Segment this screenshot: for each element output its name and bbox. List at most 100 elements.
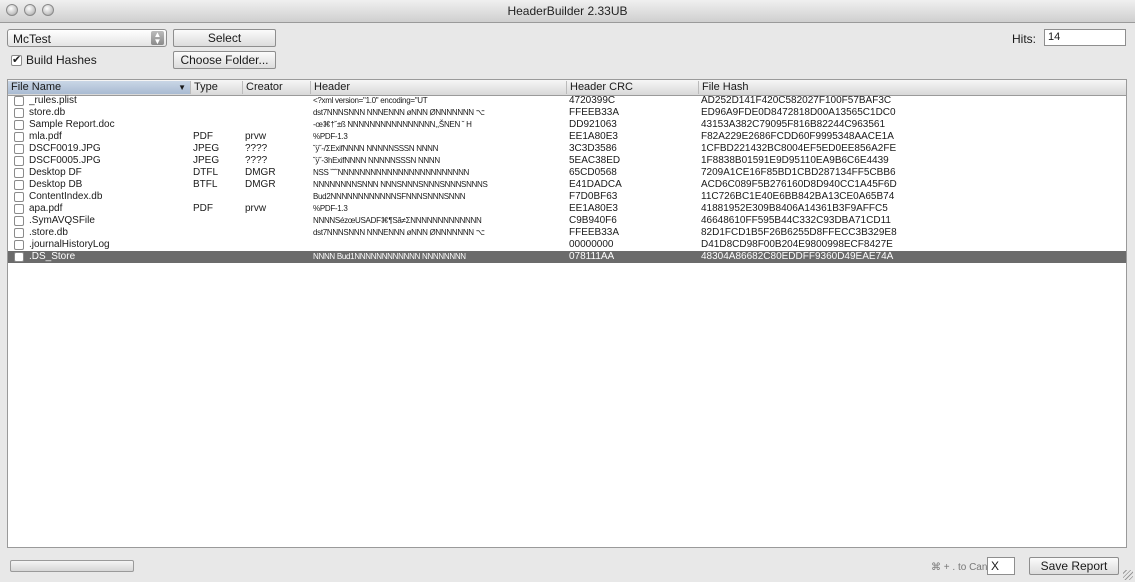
cancel-box[interactable]: X [987, 557, 1015, 575]
cell-file-name: ContentIndex.db [29, 191, 103, 202]
table-row[interactable]: store.db dst7NNNSNNN NNNENNN øNNN ØNNNNNN… [8, 107, 1126, 119]
cell-header-crc: EE1A80E3 [569, 203, 618, 214]
cell-file-name: DSCF0005.JPG [29, 155, 101, 166]
results-table[interactable]: File Name ▼ Type Creator Header Header C… [7, 79, 1127, 548]
cell-header: dst7NNNSNNN NNNENNN øNNN ØNNNNNNN ⌥ [313, 228, 485, 237]
cell-type: DTFL [193, 167, 218, 178]
cell-file-name: Desktop DB [29, 179, 83, 190]
sort-descending-icon: ▼ [178, 83, 186, 92]
cell-file-name: DSCF0019.JPG [29, 143, 101, 154]
cell-file-name: .store.db [29, 227, 68, 238]
table-row[interactable]: .store.db dst7NNNSNNN NNNENNN øNNN ØNNNNN… [8, 227, 1126, 239]
progress-bar [10, 560, 134, 572]
table-row[interactable]: mla.pdf PDF prvw %PDF-1.3 EE1A80E3 F82A229E26… [8, 131, 1126, 143]
cell-creator: DMGR [245, 179, 276, 190]
title-bar: HeaderBuilder 2.33UB [0, 0, 1135, 23]
table-row[interactable]: .journalHistoryLog 00000000 D41D8CD98F00B2… [8, 239, 1126, 251]
save-report-button[interactable]: Save Report [1029, 557, 1119, 575]
cell-file-hash: 43153A382C79095F816B82244C963561 [701, 119, 886, 130]
cell-header [313, 239, 565, 251]
cell-type: PDF [193, 203, 213, 214]
cell-file-name: apa.pdf [29, 203, 63, 214]
cell-header-crc: 3C3D3586 [569, 143, 617, 154]
column-header-header[interactable]: Header [311, 81, 567, 94]
cell-file-name: Desktop DF [29, 167, 82, 178]
cell-header-crc: 00000000 [569, 239, 614, 250]
table-row[interactable]: ContentIndex.db Bud2NNNNNNNNNNNNSFNNNSNNN… [8, 191, 1126, 203]
cell-file-name: _rules.plist [29, 95, 77, 106]
cell-file-hash: AD252D141F420C582027F100F57BAF3C [701, 95, 892, 106]
select-button[interactable]: Select [173, 29, 276, 47]
cell-creator: prvw [245, 203, 267, 214]
row-checkbox[interactable] [14, 96, 24, 106]
column-header-type[interactable]: Type [191, 81, 243, 94]
cell-type [193, 191, 243, 203]
row-checkbox[interactable] [14, 168, 24, 178]
row-checkbox[interactable] [14, 252, 24, 262]
cell-creator [245, 251, 311, 263]
build-hashes-checkbox[interactable] [11, 53, 22, 66]
cell-file-hash: 1CFBD221432BC8004EF5ED0EE856A2FE [701, 143, 897, 154]
row-checkbox[interactable] [14, 204, 24, 214]
column-header-file-hash[interactable]: File Hash [699, 81, 1126, 94]
project-select[interactable]: McTest ▲ ▼ [7, 29, 167, 47]
hits-label: Hits: [1012, 32, 1036, 46]
row-checkbox[interactable] [14, 240, 24, 250]
table-row[interactable]: Desktop DF DTFL DMGR NSS ˘˘˘NNNNNNNNNNNNNNN… [8, 167, 1126, 179]
cell-creator [245, 107, 311, 119]
cell-creator: ???? [245, 143, 268, 154]
column-header-file-name[interactable]: File Name ▼ [8, 81, 191, 94]
cell-type [193, 215, 243, 227]
cell-header-crc: DD921063 [569, 119, 617, 130]
table-row[interactable]: .DS_Store NNNN Bud1NNNNNNNNNNNN NNNNNNNN 0… [8, 251, 1126, 263]
table-row[interactable]: .SymAVQSFile NNNNSézœUSADF⌘¶Sã≠ΣNNNNNNNNN… [8, 215, 1126, 227]
column-header-creator[interactable]: Creator [243, 81, 311, 94]
row-checkbox[interactable] [14, 156, 24, 166]
table-row[interactable]: _rules.plist <?xml version="1.0" encoding… [8, 95, 1126, 107]
cell-header-crc: C9B940F6 [569, 215, 617, 226]
row-checkbox[interactable] [14, 228, 24, 238]
cell-header: %PDF-1.3 [313, 204, 348, 213]
row-checkbox[interactable] [14, 120, 24, 130]
cell-header-crc: EE1A80E3 [569, 131, 618, 142]
build-hashes-label: Build Hashes [26, 53, 97, 67]
cell-header: NSS ˘˘˘NNNNNNNNNNNNNNNNNNNNNNNN [313, 168, 470, 177]
cell-creator [245, 239, 311, 251]
row-checkbox[interactable] [14, 216, 24, 226]
cell-creator: prvw [245, 131, 267, 142]
cell-file-hash: 82D1FCD1B5F26B6255D8FFECC3B329E8 [701, 227, 897, 238]
table-row[interactable]: DSCF0019.JPG JPEG???? ˘ÿ˘-/ΣExifNNNN NNNNN… [8, 143, 1126, 155]
row-checkbox[interactable] [14, 108, 24, 118]
cell-header: %PDF-1.3 [313, 132, 348, 141]
project-select-value: McTest [13, 32, 52, 46]
cell-header: -œ⌘†˘±ß NNNNNNNNNNNNNNNN,,ŠNEN ˘ H [313, 120, 472, 129]
row-checkbox[interactable] [14, 192, 24, 202]
cell-file-hash: 41881952E309B8406A14361B3F9AFFC5 [701, 203, 888, 214]
cell-header-crc: F7D0BF63 [569, 191, 618, 202]
cell-file-hash: 48304A86682C80EDDFF9360D49EAE74A [701, 251, 894, 262]
choose-folder-button[interactable]: Choose Folder... [173, 51, 276, 69]
cell-header: NNNNNNNNSNNN NNNSNNNSNNNSNNNSNNNS [313, 180, 488, 189]
window-title: HeaderBuilder 2.33UB [507, 4, 628, 18]
cell-header-crc: E41DADCA [569, 179, 622, 190]
cell-type: BTFL [193, 179, 218, 190]
row-checkbox[interactable] [14, 180, 24, 190]
resize-grip-icon[interactable] [1123, 570, 1133, 580]
row-checkbox[interactable] [14, 132, 24, 142]
table-row[interactable]: Desktop DB BTFL DMGR NNNNNNNNSNNN NNNSNNNSN… [8, 179, 1126, 191]
hits-field[interactable]: 14 [1044, 29, 1126, 46]
cell-header: ˘ÿ˘-3hExifNNNN NNNNNSSSN NNNN [313, 156, 440, 165]
cell-creator [245, 95, 311, 107]
table-row[interactable]: Sample Report.doc -œ⌘†˘±ß NNNNNNNNNNNNNNN… [8, 119, 1126, 131]
table-row[interactable]: DSCF0005.JPG JPEG???? ˘ÿ˘-3hExifNNNN NNNNN… [8, 155, 1126, 167]
row-checkbox[interactable] [14, 144, 24, 154]
cell-creator: ???? [245, 155, 268, 166]
cell-header-crc: 078111AA [569, 251, 615, 262]
cell-creator: DMGR [245, 167, 276, 178]
table-header: File Name ▼ Type Creator Header Header C… [8, 80, 1126, 96]
column-header-header-crc[interactable]: Header CRC [567, 81, 699, 94]
cell-header: dst7NNNSNNN NNNENNN øNNN ØNNNNNNN ⌥ [313, 108, 485, 117]
table-row[interactable]: apa.pdf PDF prvw %PDF-1.3 EE1A80E3 41881952E3… [8, 203, 1126, 215]
cell-creator [245, 191, 311, 203]
cell-file-hash: ACD6C089F5B276160D8D940CC1A45F6D [701, 179, 897, 190]
